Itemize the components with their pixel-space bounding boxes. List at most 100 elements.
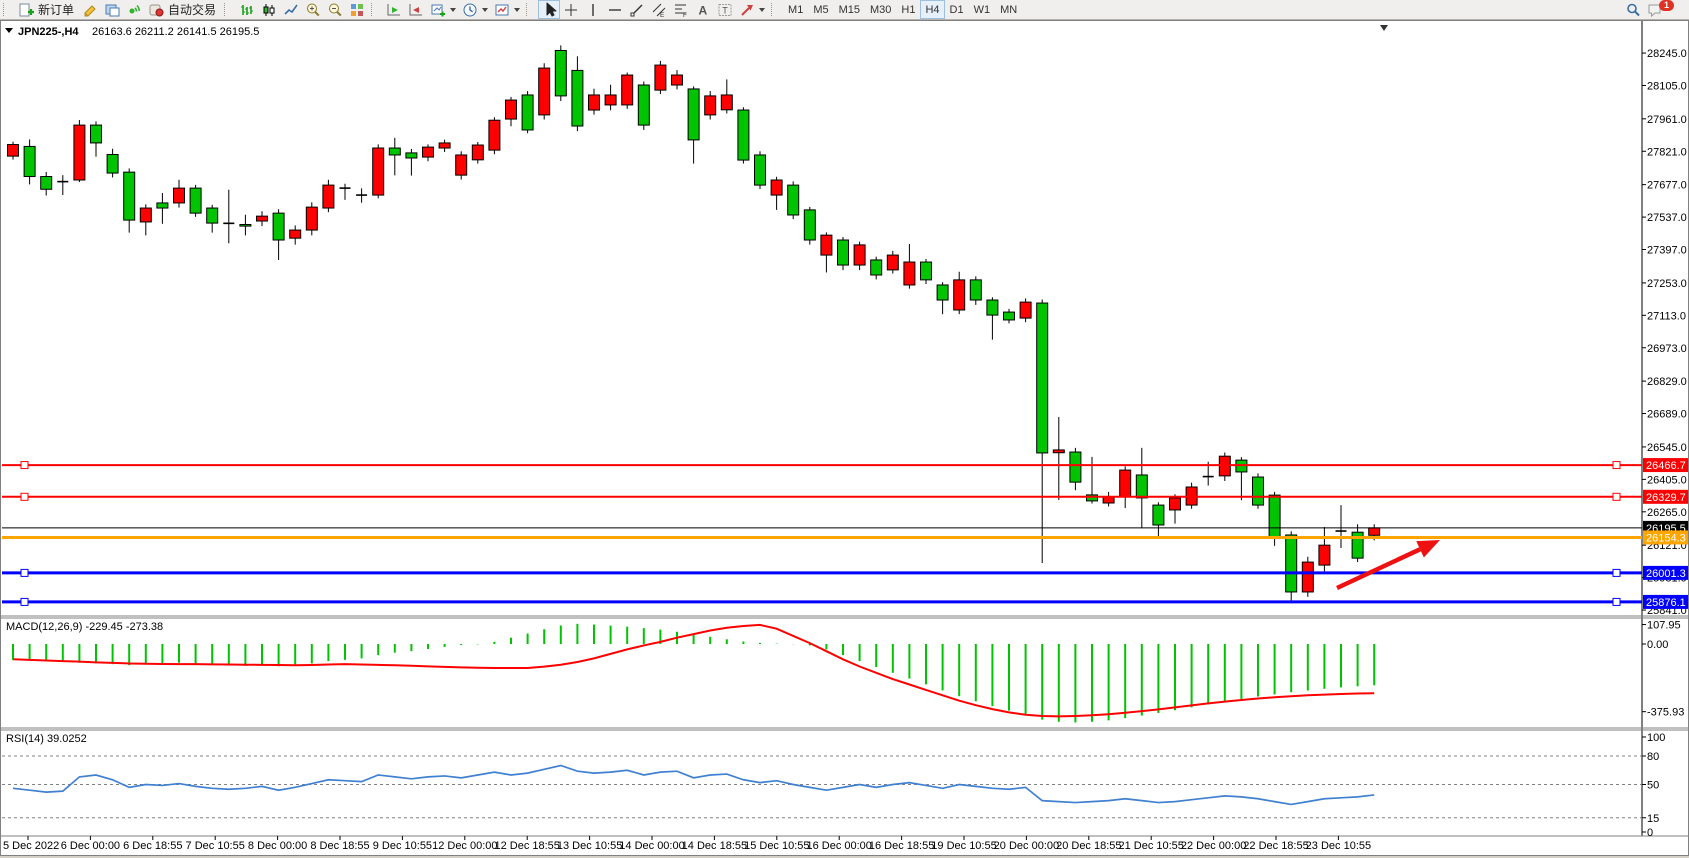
time-label: 14 Dec 00:00 <box>619 840 684 852</box>
new-chart-icon <box>430 2 446 18</box>
toolbar-tf-m30-button[interactable]: M30 <box>865 0 896 19</box>
dropdown-caret-icon[interactable] <box>514 8 520 12</box>
time-label: 8 Dec 18:55 <box>310 840 369 852</box>
toolbar-templates-button[interactable] <box>491 0 523 19</box>
toolbar-tf-w1-button[interactable]: W1 <box>969 0 996 19</box>
toolbar-zoom-in-button[interactable] <box>302 0 324 19</box>
candle <box>921 259 932 284</box>
candle <box>539 63 550 119</box>
toolbar-tf-m5-button[interactable]: M5 <box>808 0 833 19</box>
svg-text:25876.1: 25876.1 <box>1646 597 1686 609</box>
toolbar-charts-button[interactable] <box>101 0 123 19</box>
toolbar-fibonacci-button[interactable]: F <box>670 0 692 19</box>
toolbar-autotrading-button[interactable]: 自动交易 <box>145 0 221 19</box>
time-label: 5 Dec 2022 <box>3 840 59 852</box>
toolbar-new-chart-button[interactable] <box>427 0 459 19</box>
toolbar-cursor-button[interactable] <box>538 0 560 19</box>
line-handle[interactable] <box>1613 598 1620 605</box>
toolbar-notifications-button[interactable]: 1 <box>1644 0 1683 19</box>
toolbar-candlestick-chart-button[interactable] <box>258 0 280 19</box>
toolbar-horizontal-line-button[interactable] <box>604 0 626 19</box>
toolbar-new-order-button[interactable]: 新订单 <box>15 0 79 19</box>
toolbar-tf-d1-button[interactable]: D1 <box>945 0 969 19</box>
rsi-tick-label: 50 <box>1647 780 1659 792</box>
price-badge: 26001.3 <box>1643 566 1689 580</box>
crosshair-icon <box>563 2 579 18</box>
candle <box>655 61 666 94</box>
toolbar-tf-mn-button[interactable]: MN <box>995 0 1022 19</box>
toolbar-grip <box>224 3 232 16</box>
signals-icon <box>126 2 142 18</box>
candle <box>373 144 384 198</box>
candle <box>472 142 483 164</box>
line-handle[interactable] <box>21 569 28 576</box>
candle <box>323 180 334 212</box>
toolbar-tf-m15-button[interactable]: M15 <box>834 0 865 19</box>
price-tick-label: 26265.0 <box>1647 507 1687 519</box>
toolbar-periods-button[interactable] <box>459 0 491 19</box>
rsi-label: RSI(14) 39.0252 <box>6 733 87 745</box>
toolbar-chart-shift-button[interactable] <box>405 0 427 19</box>
candlestick-chart-icon <box>261 2 277 18</box>
toolbar-tf-d1-label: D1 <box>948 4 966 16</box>
toolbar-tf-m1-button[interactable]: M1 <box>783 0 808 19</box>
time-label: 15 Dec 10:55 <box>744 840 809 852</box>
toolbar-equidistant-channel-button[interactable]: E <box>648 0 670 19</box>
toolbar-tf-h1-button[interactable]: H1 <box>896 0 920 19</box>
time-label: 6 Dec 18:55 <box>123 840 182 852</box>
macd-label: MACD(12,26,9) -229.45 -273.38 <box>6 621 163 633</box>
equidistant-channel-icon: E <box>651 2 667 18</box>
toolbar-zoom-out-button[interactable] <box>324 0 346 19</box>
toolbar-trendline-button[interactable] <box>626 0 648 19</box>
candle <box>456 151 467 179</box>
toolbar-bar-chart-button[interactable] <box>236 0 258 19</box>
line-handle[interactable] <box>21 598 28 605</box>
price-badge: 26466.7 <box>1643 458 1689 472</box>
toolbar-arrows-button[interactable] <box>736 0 768 19</box>
toolbar-metaeditor-button[interactable] <box>79 0 101 19</box>
toolbar-tile-windows-button[interactable] <box>346 0 368 19</box>
chart-plot-area[interactable] <box>2 24 1642 616</box>
toolbar-text-label-button[interactable]: T <box>714 0 736 19</box>
zoom-out-icon <box>327 2 343 18</box>
templates-icon <box>494 2 510 18</box>
line-handle[interactable] <box>1613 569 1620 576</box>
line-handle[interactable] <box>1613 462 1620 469</box>
toolbar-tf-h4-button[interactable]: H4 <box>920 0 944 19</box>
toolbar-vertical-line-button[interactable] <box>582 0 604 19</box>
new-order-icon <box>18 2 34 18</box>
toolbar-text-button[interactable]: A <box>692 0 714 19</box>
candle <box>555 45 566 101</box>
toolbar-tf-h4-label: H4 <box>923 4 941 16</box>
ohlc-quote-label: 26163.6 26211.2 26141.5 26195.5 <box>92 26 259 38</box>
time-label: 23 Dec 10:55 <box>1306 840 1371 852</box>
svg-text:T: T <box>722 5 728 15</box>
line-handle[interactable] <box>1613 493 1620 500</box>
text-label-icon: T <box>717 2 733 18</box>
candle <box>74 120 85 182</box>
line-handle[interactable] <box>21 493 28 500</box>
svg-text:26154.3: 26154.3 <box>1646 532 1686 544</box>
dropdown-caret-icon[interactable] <box>450 8 456 12</box>
price-tick-label: 27397.0 <box>1647 245 1687 257</box>
price-tick-label: 27253.0 <box>1647 278 1687 290</box>
price-tick-label: 26973.0 <box>1647 343 1687 355</box>
dropdown-caret-icon[interactable] <box>759 8 765 12</box>
price-tick-label: 26829.0 <box>1647 376 1687 388</box>
toolbar-search-button[interactable] <box>1622 0 1644 19</box>
tile-windows-icon <box>349 2 365 18</box>
time-label: 12 Dec 18:55 <box>494 840 559 852</box>
toolbar-crosshair-button[interactable] <box>560 0 582 19</box>
autotrading-icon <box>148 2 164 18</box>
toolbar-line-chart-button[interactable] <box>280 0 302 19</box>
line-handle[interactable] <box>21 462 28 469</box>
time-label: 6 Dec 00:00 <box>61 840 120 852</box>
price-tick-label: 27821.0 <box>1647 146 1687 158</box>
cursor-icon <box>541 2 557 18</box>
toolbar-auto-scroll-button[interactable] <box>383 0 405 19</box>
price-badge: 26154.3 <box>1643 530 1689 544</box>
toolbar-signals-button[interactable] <box>123 0 145 19</box>
dropdown-caret-icon[interactable] <box>482 8 488 12</box>
metaeditor-icon <box>82 2 98 18</box>
time-label: 8 Dec 00:00 <box>248 840 307 852</box>
